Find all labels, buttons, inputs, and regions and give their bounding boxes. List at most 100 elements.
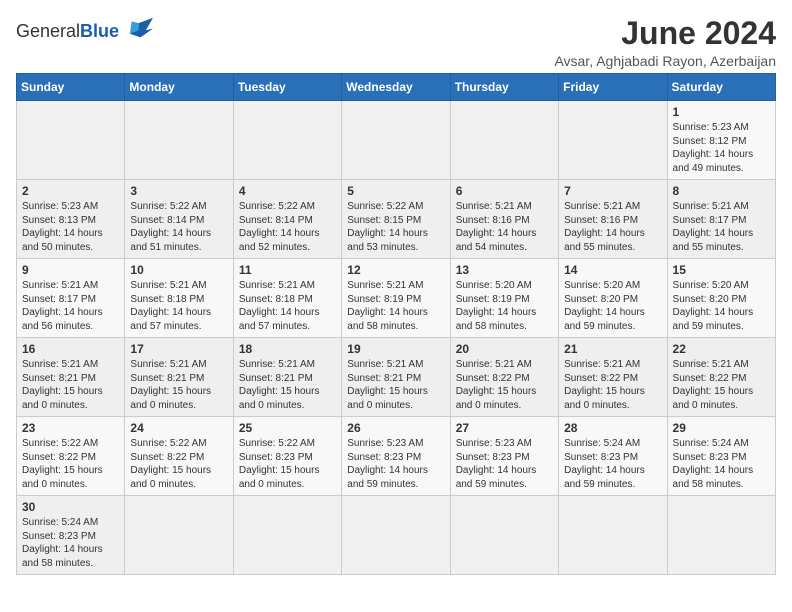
logo: GeneralBlue xyxy=(16,16,153,48)
day-number: 13 xyxy=(456,263,553,277)
calendar-cell: 23Sunrise: 5:22 AM Sunset: 8:22 PM Dayli… xyxy=(17,417,125,496)
day-number: 16 xyxy=(22,342,119,356)
day-info: Sunrise: 5:24 AM Sunset: 8:23 PM Dayligh… xyxy=(22,516,119,570)
calendar-cell: 15 Sunrise: 5:20 AM Sunset: 8:20 PM Dayli… xyxy=(667,259,775,338)
weekday-header-wednesday: Wednesday xyxy=(342,74,450,101)
calendar-cell: 21 Sunrise: 5:21 AM Sunset: 8:22 PM Dayli… xyxy=(559,338,667,417)
logo-text: GeneralBlue xyxy=(16,22,119,42)
day-info: Sunrise: 5:23 AM Sunset: 8:23 PM Dayligh… xyxy=(456,437,553,491)
day-number: 25 xyxy=(239,421,336,435)
day-info: Sunrise: 5:21 AM Sunset: 8:18 PM Dayligh… xyxy=(239,279,336,333)
day-number: 21 xyxy=(564,342,661,356)
calendar-cell: 16 Sunrise: 5:21 AM Sunset: 8:21 PM Dayli… xyxy=(17,338,125,417)
calendar-cell: 20 Sunrise: 5:21 AM Sunset: 8:22 PM Dayli… xyxy=(450,338,558,417)
calendar-cell: 18 Sunrise: 5:21 AM Sunset: 8:21 PM Dayli… xyxy=(233,338,341,417)
day-info: Sunrise: 5:21 AM Sunset: 8:21 PM Dayligh… xyxy=(239,358,336,412)
day-number: 24 xyxy=(130,421,227,435)
calendar-cell: 27 Sunrise: 5:23 AM Sunset: 8:23 PM Dayli… xyxy=(450,417,558,496)
day-info: Sunrise: 5:20 AM Sunset: 8:20 PM Dayligh… xyxy=(673,279,770,333)
calendar-cell: 11 Sunrise: 5:21 AM Sunset: 8:18 PM Dayli… xyxy=(233,259,341,338)
day-number: 12 xyxy=(347,263,444,277)
day-info: Sunrise: 5:21 AM Sunset: 8:17 PM Dayligh… xyxy=(22,279,119,333)
weekday-header-sunday: Sunday xyxy=(17,74,125,101)
day-number: 22 xyxy=(673,342,770,356)
calendar-cell xyxy=(559,101,667,180)
calendar-cell xyxy=(125,101,233,180)
day-number: 26 xyxy=(347,421,444,435)
weekday-header-saturday: Saturday xyxy=(667,74,775,101)
day-info: Sunrise: 5:23 AM Sunset: 8:23 PM Dayligh… xyxy=(347,437,444,491)
calendar-cell xyxy=(559,496,667,575)
day-info: Sunrise: 5:20 AM Sunset: 8:19 PM Dayligh… xyxy=(456,279,553,333)
day-number: 30 xyxy=(22,500,119,514)
calendar-cell xyxy=(17,101,125,180)
day-info: Sunrise: 5:21 AM Sunset: 8:19 PM Dayligh… xyxy=(347,279,444,333)
day-number: 29 xyxy=(673,421,770,435)
day-number: 15 xyxy=(673,263,770,277)
day-info: Sunrise: 5:21 AM Sunset: 8:18 PM Dayligh… xyxy=(130,279,227,333)
calendar-cell xyxy=(233,496,341,575)
weekday-header-monday: Monday xyxy=(125,74,233,101)
calendar-cell: 6Sunrise: 5:21 AM Sunset: 8:16 PM Daylig… xyxy=(450,180,558,259)
calendar-cell: 5Sunrise: 5:22 AM Sunset: 8:15 PM Daylig… xyxy=(342,180,450,259)
header: GeneralBlue June 2024 Avsar, Aghjabadi R… xyxy=(16,16,776,69)
calendar-cell: 30 Sunrise: 5:24 AM Sunset: 8:23 PM Dayli… xyxy=(17,496,125,575)
day-number: 20 xyxy=(456,342,553,356)
month-year-title: June 2024 xyxy=(554,16,776,51)
calendar-cell xyxy=(233,101,341,180)
day-number: 10 xyxy=(130,263,227,277)
day-info: Sunrise: 5:24 AM Sunset: 8:23 PM Dayligh… xyxy=(564,437,661,491)
day-info: Sunrise: 5:22 AM Sunset: 8:15 PM Dayligh… xyxy=(347,200,444,254)
title-block: June 2024 Avsar, Aghjabadi Rayon, Azerba… xyxy=(554,16,776,69)
day-number: 1 xyxy=(673,105,770,119)
day-number: 28 xyxy=(564,421,661,435)
day-info: Sunrise: 5:23 AM Sunset: 8:13 PM Dayligh… xyxy=(22,200,119,254)
day-info: Sunrise: 5:21 AM Sunset: 8:21 PM Dayligh… xyxy=(22,358,119,412)
day-number: 18 xyxy=(239,342,336,356)
calendar-cell xyxy=(342,496,450,575)
day-info: Sunrise: 5:21 AM Sunset: 8:21 PM Dayligh… xyxy=(130,358,227,412)
calendar-cell: 10 Sunrise: 5:21 AM Sunset: 8:18 PM Dayli… xyxy=(125,259,233,338)
day-number: 14 xyxy=(564,263,661,277)
day-number: 7 xyxy=(564,184,661,198)
calendar-cell: 9Sunrise: 5:21 AM Sunset: 8:17 PM Daylig… xyxy=(17,259,125,338)
calendar-cell: 4Sunrise: 5:22 AM Sunset: 8:14 PM Daylig… xyxy=(233,180,341,259)
day-info: Sunrise: 5:21 AM Sunset: 8:16 PM Dayligh… xyxy=(456,200,553,254)
day-info: Sunrise: 5:22 AM Sunset: 8:22 PM Dayligh… xyxy=(22,437,119,491)
day-number: 27 xyxy=(456,421,553,435)
calendar-cell: 26 Sunrise: 5:23 AM Sunset: 8:23 PM Dayli… xyxy=(342,417,450,496)
day-info: Sunrise: 5:21 AM Sunset: 8:22 PM Dayligh… xyxy=(564,358,661,412)
calendar-cell xyxy=(342,101,450,180)
calendar-cell: 29 Sunrise: 5:24 AM Sunset: 8:23 PM Dayli… xyxy=(667,417,775,496)
calendar-cell: 2 Sunrise: 5:23 AM Sunset: 8:13 PM Daylig… xyxy=(17,180,125,259)
calendar-cell: 12 Sunrise: 5:21 AM Sunset: 8:19 PM Dayli… xyxy=(342,259,450,338)
day-info: Sunrise: 5:21 AM Sunset: 8:22 PM Dayligh… xyxy=(673,358,770,412)
weekday-header-friday: Friday xyxy=(559,74,667,101)
calendar-cell: 22 Sunrise: 5:21 AM Sunset: 8:22 PM Dayli… xyxy=(667,338,775,417)
calendar-cell: 7Sunrise: 5:21 AM Sunset: 8:16 PM Daylig… xyxy=(559,180,667,259)
calendar-cell: 19 Sunrise: 5:21 AM Sunset: 8:21 PM Dayli… xyxy=(342,338,450,417)
calendar-cell xyxy=(450,101,558,180)
calendar-cell: 3Sunrise: 5:22 AM Sunset: 8:14 PM Daylig… xyxy=(125,180,233,259)
weekday-header-thursday: Thursday xyxy=(450,74,558,101)
calendar-cell xyxy=(450,496,558,575)
day-info: Sunrise: 5:21 AM Sunset: 8:21 PM Dayligh… xyxy=(347,358,444,412)
calendar-cell xyxy=(125,496,233,575)
location-subtitle: Avsar, Aghjabadi Rayon, Azerbaijan xyxy=(554,53,776,69)
day-info: Sunrise: 5:21 AM Sunset: 8:22 PM Dayligh… xyxy=(456,358,553,412)
day-number: 19 xyxy=(347,342,444,356)
day-info: Sunrise: 5:24 AM Sunset: 8:23 PM Dayligh… xyxy=(673,437,770,491)
calendar-cell: 14Sunrise: 5:20 AM Sunset: 8:20 PM Dayli… xyxy=(559,259,667,338)
day-number: 17 xyxy=(130,342,227,356)
calendar-table: SundayMondayTuesdayWednesdayThursdayFrid… xyxy=(16,73,776,575)
day-info: Sunrise: 5:22 AM Sunset: 8:23 PM Dayligh… xyxy=(239,437,336,491)
day-info: Sunrise: 5:22 AM Sunset: 8:14 PM Dayligh… xyxy=(130,200,227,254)
day-number: 11 xyxy=(239,263,336,277)
calendar-cell: 28 Sunrise: 5:24 AM Sunset: 8:23 PM Dayli… xyxy=(559,417,667,496)
calendar-cell: 25 Sunrise: 5:22 AM Sunset: 8:23 PM Dayli… xyxy=(233,417,341,496)
day-number: 2 xyxy=(22,184,119,198)
calendar-cell: 24Sunrise: 5:22 AM Sunset: 8:22 PM Dayli… xyxy=(125,417,233,496)
day-number: 4 xyxy=(239,184,336,198)
day-info: Sunrise: 5:23 AM Sunset: 8:12 PM Dayligh… xyxy=(673,121,770,175)
weekday-header-tuesday: Tuesday xyxy=(233,74,341,101)
